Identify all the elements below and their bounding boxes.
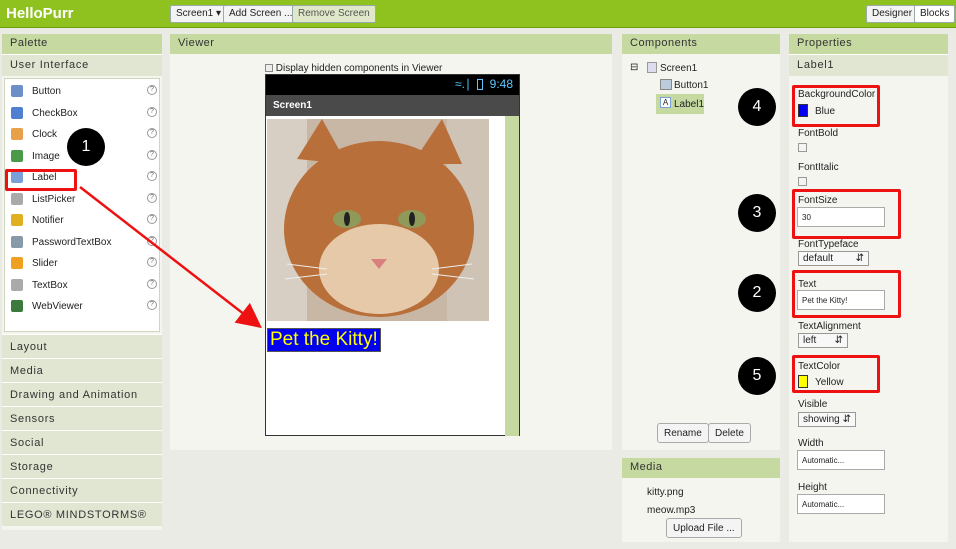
annotation-badge-3: 3 (738, 194, 776, 232)
annotation-badge-4: 4 (738, 88, 776, 126)
annotation-badge-1: 1 (67, 128, 105, 166)
drag-arrow (79, 186, 262, 329)
annotation-badge-2: 2 (738, 274, 776, 312)
annotation-badge-5: 5 (738, 357, 776, 395)
